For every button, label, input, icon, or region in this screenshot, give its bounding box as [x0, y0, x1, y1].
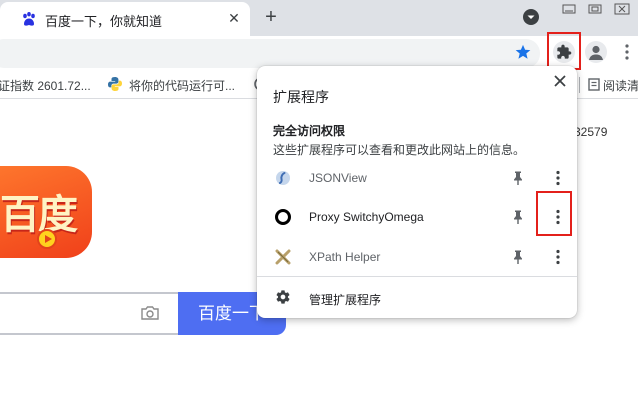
gear-icon — [276, 290, 290, 304]
manage-extensions-button[interactable]: 管理扩展程序 — [257, 278, 577, 316]
bookmark-reading-list[interactable]: 阅读清单 — [589, 77, 638, 94]
person-icon[interactable] — [585, 41, 607, 63]
restore-icon[interactable] — [582, 0, 608, 18]
close-window-icon[interactable] — [609, 0, 635, 18]
extension-name: JSONView — [309, 171, 367, 185]
extensions-popup: 扩展程序 完全访问权限 这些扩展程序可以查看和更改此网站上的信息。 JSONVi… — [257, 66, 577, 318]
star-icon[interactable] — [514, 43, 532, 61]
plus-icon[interactable]: + — [260, 6, 282, 28]
browser-window: 百度一下，你就知道 ✕ + 证指数 2601.72... 将你的代码运行可...… — [0, 0, 638, 398]
tab-strip: 百度一下，你就知道 ✕ + — [0, 0, 638, 36]
hot-search-number: 32579 — [574, 125, 608, 139]
popup-divider — [257, 276, 577, 277]
more-vert-icon[interactable] — [550, 169, 566, 187]
extension-name: Proxy SwitchyOmega — [309, 210, 424, 224]
address-bar[interactable] — [0, 39, 540, 68]
bookmarks-divider — [579, 77, 580, 93]
extension-row-switchyomega[interactable]: Proxy SwitchyOmega — [257, 197, 577, 237]
baidu-paw-icon — [23, 12, 35, 26]
doodle-text: 百度 — [0, 191, 78, 238]
highlight-extensions-button — [547, 32, 581, 70]
section-description: 这些扩展程序可以查看和更改此网站上的信息。 — [273, 143, 526, 157]
browser-menu-icon[interactable] — [620, 41, 634, 63]
popup-title: 扩展程序 — [273, 89, 329, 105]
pin-icon[interactable] — [511, 170, 525, 186]
close-icon[interactable] — [553, 74, 567, 88]
extension-name: XPath Helper — [309, 250, 381, 264]
pin-icon[interactable] — [511, 249, 525, 265]
manage-extensions-label: 管理扩展程序 — [309, 293, 382, 307]
more-vert-icon[interactable] — [550, 248, 566, 266]
section-title: 完全访问权限 — [273, 124, 346, 138]
pin-icon[interactable] — [511, 209, 525, 225]
highlight-more-button — [536, 191, 572, 236]
python-icon — [108, 77, 122, 91]
tab-search-icon[interactable] — [523, 9, 539, 25]
extension-row-xpath[interactable]: XPath Helper — [257, 237, 577, 277]
bookmark-item[interactable]: 将你的代码运行可... — [129, 77, 235, 94]
minimize-icon[interactable] — [556, 0, 582, 18]
xpath-icon — [275, 249, 291, 265]
tab-title: 百度一下，你就知道 — [45, 14, 163, 29]
play-icon[interactable] — [37, 229, 57, 249]
extension-row-jsonview[interactable]: JSONView — [257, 158, 577, 198]
close-icon[interactable]: ✕ — [226, 10, 242, 26]
jsonview-icon — [276, 171, 290, 185]
switchyomega-icon — [275, 209, 291, 225]
bookmark-item[interactable]: 证指数 2601.72... — [0, 77, 91, 94]
camera-icon[interactable] — [140, 304, 160, 322]
baidu-doodle[interactable]: 百度 — [0, 166, 92, 258]
tab-baidu[interactable]: 百度一下，你就知道 ✕ — [0, 2, 250, 36]
